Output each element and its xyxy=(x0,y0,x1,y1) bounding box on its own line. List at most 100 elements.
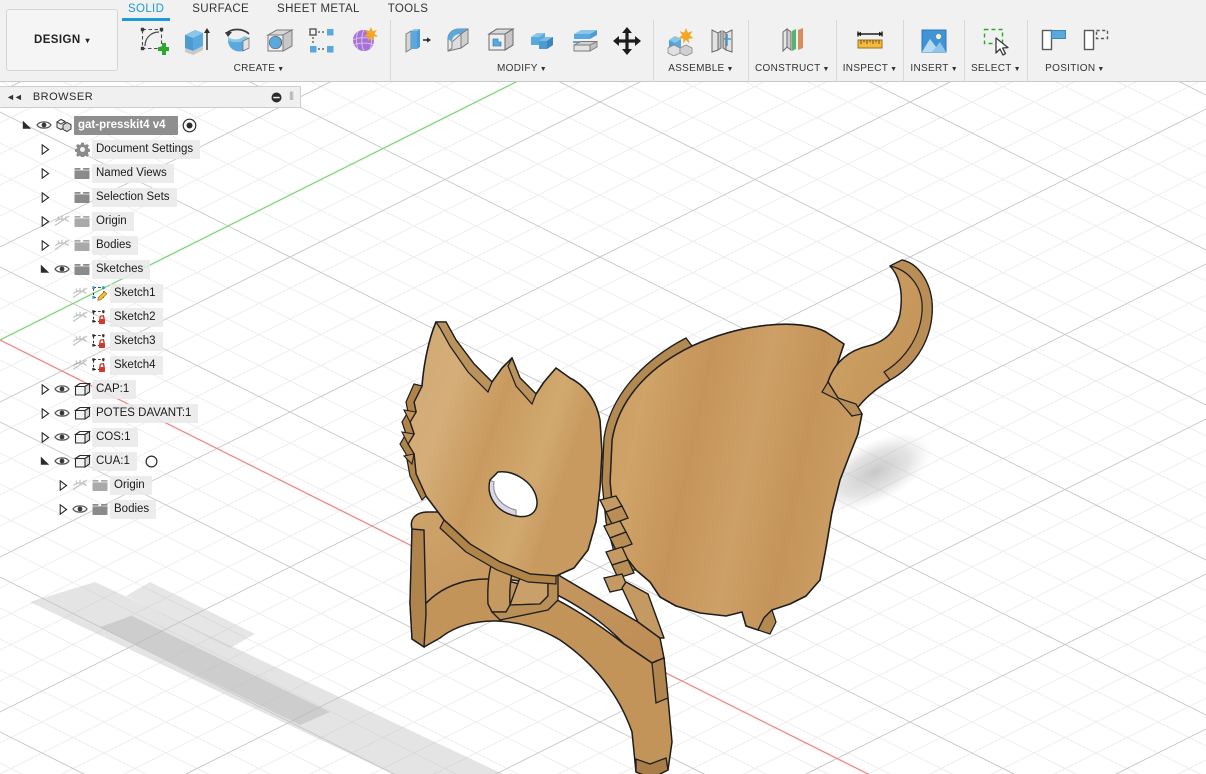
split-face-icon[interactable] xyxy=(565,21,605,61)
measure-icon[interactable] xyxy=(850,21,890,61)
tree-expander-origin[interactable] xyxy=(56,473,70,497)
visibility-toggle-icon[interactable] xyxy=(70,305,90,329)
visibility-toggle-icon[interactable] xyxy=(52,209,72,233)
visibility-toggle-icon[interactable] xyxy=(52,377,72,401)
insert-image-icon[interactable] xyxy=(914,21,954,61)
tree-node-label[interactable]: Origin xyxy=(92,212,134,231)
visibility-toggle-icon[interactable] xyxy=(52,425,72,449)
visibility-toggle-icon[interactable] xyxy=(70,281,90,305)
tree-node-label[interactable]: Bodies xyxy=(110,500,156,519)
visibility-toggle-icon[interactable] xyxy=(70,353,90,377)
tree-expander-cap-1[interactable] xyxy=(38,377,52,401)
tree-expander-cua-1[interactable] xyxy=(38,449,52,473)
tree-node-origin[interactable]: Origin xyxy=(0,473,301,497)
ribbon-tab-tools[interactable]: TOOLS xyxy=(388,0,429,18)
tree-node-label[interactable]: Origin xyxy=(110,476,152,495)
tree-node-sketch3[interactable]: Sketch3 xyxy=(0,329,301,353)
tree-node-label[interactable]: Selection Sets xyxy=(92,188,177,207)
tree-node-label[interactable]: CUA:1 xyxy=(92,452,137,471)
tree-node-cua-1[interactable]: CUA:1 xyxy=(0,449,301,473)
visibility-toggle-icon[interactable] xyxy=(70,329,90,353)
tree-expander-cos-1[interactable] xyxy=(38,425,52,449)
tree-node-cos-1[interactable]: COS:1 xyxy=(0,425,301,449)
ribbon-group-label-inspect[interactable]: INSPECT▼ xyxy=(843,63,898,74)
tree-expander-sketches[interactable] xyxy=(38,257,52,281)
tree-expander-potes-davant-1[interactable] xyxy=(38,401,52,425)
combine-icon[interactable] xyxy=(523,21,563,61)
ribbon-group-label-position[interactable]: POSITION▼ xyxy=(1045,63,1104,74)
tree-expander-gat-presskit4-v4[interactable] xyxy=(20,113,34,137)
ribbon-tab-solid[interactable]: SOLID xyxy=(128,0,164,18)
ribbon-group-label-modify[interactable]: MODIFY▼ xyxy=(497,63,547,74)
new-component-icon[interactable] xyxy=(660,21,700,61)
position-move-icon[interactable] xyxy=(1076,21,1116,61)
tree-expander-bodies[interactable] xyxy=(38,233,52,257)
offset-plane-icon[interactable] xyxy=(772,21,812,61)
create-sketch-icon[interactable] xyxy=(134,21,174,61)
tree-node-label[interactable]: gat-presskit4 v4 xyxy=(74,116,178,135)
rectangular-pattern-icon[interactable] xyxy=(302,21,342,61)
model-laser-cut-cat[interactable] xyxy=(400,260,932,774)
ribbon-group-icons xyxy=(660,20,742,62)
panel-resize-gripper[interactable]: ⦀ xyxy=(289,91,294,104)
tree-node-label[interactable]: Sketch2 xyxy=(110,308,163,327)
ribbon-group-label-assemble[interactable]: ASSEMBLE▼ xyxy=(668,63,734,74)
tree-node-bodies[interactable]: Bodies xyxy=(0,233,301,257)
tree-node-named-views[interactable]: Named Views xyxy=(0,161,301,185)
joint-icon[interactable] xyxy=(702,21,742,61)
ribbon-group-label-construct[interactable]: CONSTRUCT▼ xyxy=(755,63,830,74)
hole-icon[interactable] xyxy=(260,21,300,61)
tree-expander-selection-sets[interactable] xyxy=(38,185,52,209)
tree-node-label[interactable]: Document Settings xyxy=(92,140,200,159)
visibility-toggle-icon[interactable] xyxy=(34,113,54,137)
tree-node-sketch1[interactable]: Sketch1 xyxy=(0,281,301,305)
tree-node-cap-1[interactable]: CAP:1 xyxy=(0,377,301,401)
move-copy-icon[interactable] xyxy=(607,21,647,61)
tree-node-sketch2[interactable]: Sketch2 xyxy=(0,305,301,329)
tree-node-label[interactable]: CAP:1 xyxy=(92,380,136,399)
fillet-icon[interactable] xyxy=(439,21,479,61)
tree-node-label[interactable]: POTES DAVANT:1 xyxy=(92,404,198,423)
ribbon-tab-surface[interactable]: SURFACE xyxy=(192,0,249,18)
create-form-icon[interactable] xyxy=(344,21,384,61)
tree-node-origin[interactable]: Origin xyxy=(0,209,301,233)
extrude-icon[interactable] xyxy=(176,21,216,61)
tree-expander-origin[interactable] xyxy=(38,209,52,233)
ribbon-group-label-insert[interactable]: INSERT▼ xyxy=(910,63,958,74)
tree-expander-named-views[interactable] xyxy=(38,161,52,185)
shell-icon[interactable] xyxy=(481,21,521,61)
ribbon-tab-sheet-metal[interactable]: SHEET METAL xyxy=(277,0,360,18)
visibility-toggle-icon[interactable] xyxy=(52,257,72,281)
design-workspace-button[interactable]: DESIGN ▾ xyxy=(6,9,118,71)
tree-node-label[interactable]: COS:1 xyxy=(92,428,138,447)
visibility-toggle-icon[interactable] xyxy=(70,473,90,497)
align-icon[interactable] xyxy=(1034,21,1074,61)
ribbon-group-label-create[interactable]: CREATE▼ xyxy=(234,63,285,74)
visibility-toggle-icon[interactable] xyxy=(70,497,90,521)
activate-component-radio[interactable] xyxy=(182,118,197,133)
tree-node-bodies[interactable]: Bodies xyxy=(0,497,301,521)
visibility-toggle-icon[interactable] xyxy=(52,401,72,425)
tree-expander-bodies[interactable] xyxy=(56,497,70,521)
tree-node-label[interactable]: Sketch4 xyxy=(110,356,163,375)
collapse-panel-icon[interactable]: ◄◄ xyxy=(6,92,22,102)
tree-node-document-settings[interactable]: Document Settings xyxy=(0,137,301,161)
tree-node-sketch4[interactable]: Sketch4 xyxy=(0,353,301,377)
revolve-icon[interactable] xyxy=(218,21,258,61)
tree-node-label[interactable]: Sketch1 xyxy=(110,284,163,303)
ribbon-group-label-select[interactable]: SELECT▼ xyxy=(971,63,1021,74)
tree-node-potes-davant-1[interactable]: POTES DAVANT:1 xyxy=(0,401,301,425)
minimize-icon[interactable] xyxy=(271,92,282,103)
select-window-icon[interactable] xyxy=(976,21,1016,61)
tree-expander-document-settings[interactable] xyxy=(38,137,52,161)
tree-node-gat-presskit4-v4[interactable]: gat-presskit4 v4 xyxy=(0,113,301,137)
tree-node-label[interactable]: Sketch3 xyxy=(110,332,163,351)
tree-node-label[interactable]: Sketches xyxy=(92,260,150,279)
visibility-toggle-icon[interactable] xyxy=(52,449,72,473)
tree-node-selection-sets[interactable]: Selection Sets xyxy=(0,185,301,209)
tree-node-label[interactable]: Named Views xyxy=(92,164,174,183)
tree-node-label[interactable]: Bodies xyxy=(92,236,138,255)
visibility-toggle-icon[interactable] xyxy=(52,233,72,257)
press-pull-icon[interactable] xyxy=(397,21,437,61)
tree-node-sketches[interactable]: Sketches xyxy=(0,257,301,281)
